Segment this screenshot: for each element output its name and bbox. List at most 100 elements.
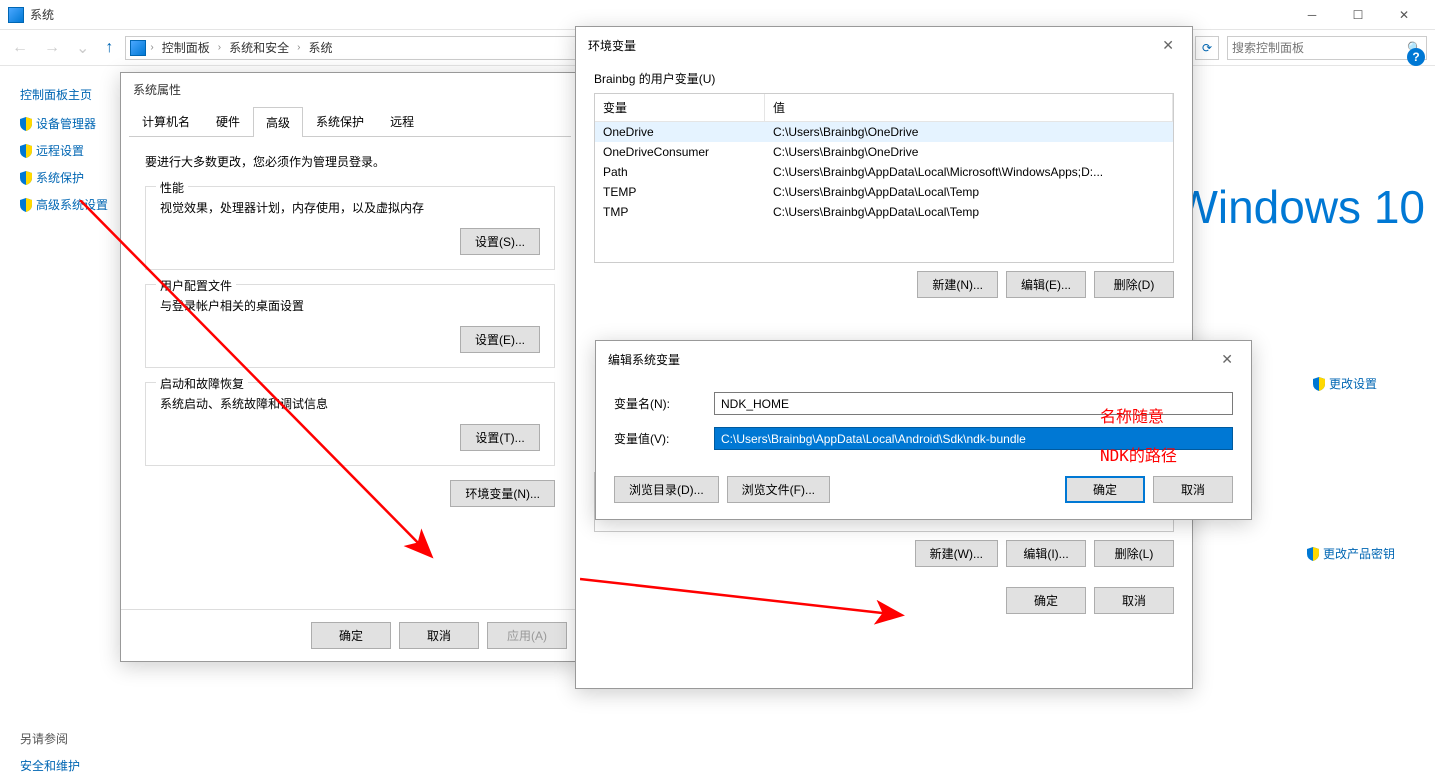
- breadcrumb-system[interactable]: 系统: [304, 39, 336, 56]
- shield-icon: [20, 171, 32, 185]
- link-label: 更改设置: [1329, 375, 1377, 392]
- startup-settings-button[interactable]: 设置(T)...: [460, 424, 540, 451]
- close-icon[interactable]: ✕: [1215, 349, 1239, 370]
- shield-icon: [20, 198, 32, 212]
- table-row[interactable]: OneDriveConsumer C:\Users\Brainbg\OneDri…: [595, 142, 1173, 162]
- close-button[interactable]: ✕: [1381, 0, 1427, 30]
- chevron-right-icon: ›: [150, 42, 153, 53]
- table-row[interactable]: TMP C:\Users\Brainbg\AppData\Local\Temp: [595, 202, 1173, 222]
- change-product-key-link[interactable]: 更改产品密钥: [1307, 545, 1395, 562]
- back-arrow[interactable]: ←: [8, 35, 32, 61]
- forward-arrow[interactable]: →: [40, 35, 64, 61]
- sidebar-label: 设备管理器: [36, 115, 96, 132]
- variable-name-input[interactable]: [714, 392, 1233, 415]
- variable-value-input[interactable]: [714, 427, 1233, 450]
- user-vars-table[interactable]: 变量 值 OneDrive C:\Users\Brainbg\OneDrive …: [594, 93, 1174, 263]
- breadcrumb-security[interactable]: 系统和安全: [225, 39, 293, 56]
- user-vars-label: Brainbg 的用户变量(U): [594, 70, 1174, 87]
- cell-val: C:\Users\Brainbg\OneDrive: [765, 122, 1173, 142]
- sidebar-title[interactable]: 控制面板主页: [20, 86, 120, 103]
- edit-system-var-button[interactable]: 编辑(I)...: [1006, 540, 1086, 567]
- group-description: 系统启动、系统故障和调试信息: [160, 395, 540, 412]
- cell-val: C:\Users\Brainbg\AppData\Local\Temp: [765, 182, 1173, 202]
- table-row[interactable]: TEMP C:\Users\Brainbg\AppData\Local\Temp: [595, 182, 1173, 202]
- performance-group: 性能 视觉效果，处理器计划，内存使用，以及虚拟内存 设置(S)...: [145, 186, 555, 270]
- maximize-button[interactable]: ☐: [1335, 0, 1381, 30]
- cell-val: C:\Users\Brainbg\AppData\Local\Microsoft…: [765, 162, 1173, 182]
- link-label: 更改产品密钥: [1323, 545, 1395, 562]
- new-user-var-button[interactable]: 新建(N)...: [917, 271, 998, 298]
- search-input[interactable]: [1232, 41, 1407, 55]
- performance-settings-button[interactable]: 设置(S)...: [460, 228, 540, 255]
- minimize-button[interactable]: ─: [1289, 0, 1335, 30]
- tabs: 计算机名 硬件 高级 系统保护 远程: [129, 106, 571, 137]
- tab-computer-name[interactable]: 计算机名: [129, 106, 203, 136]
- cell-var: Path: [595, 162, 765, 182]
- cancel-button[interactable]: 取消: [399, 622, 479, 649]
- browse-file-button[interactable]: 浏览文件(F)...: [727, 476, 830, 503]
- group-legend: 用户配置文件: [156, 277, 236, 294]
- dialog-title: 环境变量: [588, 37, 636, 54]
- cancel-button[interactable]: 取消: [1153, 476, 1233, 503]
- up-arrow[interactable]: ↑: [101, 35, 117, 61]
- admin-login-text: 要进行大多数更改，您必须作为管理员登录。: [145, 153, 555, 170]
- new-system-var-button[interactable]: 新建(W)...: [915, 540, 998, 567]
- chevron-right-icon: ›: [297, 42, 300, 53]
- col-value[interactable]: 值: [765, 94, 1173, 121]
- sidebar-device-manager[interactable]: 设备管理器: [20, 115, 120, 132]
- browse-directory-button[interactable]: 浏览目录(D)...: [614, 476, 719, 503]
- sidebar-remote-settings[interactable]: 远程设置: [20, 142, 120, 159]
- sidebar-security-maintenance[interactable]: 安全和维护: [20, 757, 80, 774]
- change-settings-link[interactable]: 更改设置: [1313, 375, 1377, 392]
- variable-value-label: 变量值(V):: [614, 430, 714, 447]
- group-description: 与登录帐户相关的桌面设置: [160, 297, 540, 314]
- shield-icon: [1313, 377, 1325, 391]
- help-icon[interactable]: ?: [1407, 48, 1425, 66]
- cell-var: TMP: [595, 202, 765, 222]
- profile-settings-button[interactable]: 设置(E)...: [460, 326, 540, 353]
- edit-system-variable-dialog: 编辑系统变量 ✕ 变量名(N): 变量值(V): 浏览目录(D)... 浏览文件…: [595, 340, 1252, 520]
- group-legend: 性能: [156, 179, 188, 196]
- sidebar-label: 系统保护: [36, 169, 84, 186]
- dialog-title: 系统属性: [121, 73, 579, 106]
- cancel-button[interactable]: 取消: [1094, 587, 1174, 614]
- delete-user-var-button[interactable]: 删除(D): [1094, 271, 1174, 298]
- chevron-right-icon: ›: [218, 42, 221, 53]
- table-row[interactable]: OneDrive C:\Users\Brainbg\OneDrive: [595, 122, 1173, 142]
- system-properties-dialog: 系统属性 计算机名 硬件 高级 系统保护 远程 要进行大多数更改，您必须作为管理…: [120, 72, 580, 662]
- refresh-button[interactable]: ⟳: [1195, 36, 1219, 60]
- environment-variables-button[interactable]: 环境变量(N)...: [450, 480, 555, 507]
- cell-val: C:\Users\Brainbg\AppData\Local\Temp: [765, 202, 1173, 222]
- tab-system-protection[interactable]: 系统保护: [303, 106, 377, 136]
- group-description: 视觉效果，处理器计划，内存使用，以及虚拟内存: [160, 199, 540, 216]
- edit-user-var-button[interactable]: 编辑(E)...: [1006, 271, 1086, 298]
- col-variable[interactable]: 变量: [595, 94, 765, 121]
- variable-name-label: 变量名(N):: [614, 395, 714, 412]
- tab-remote[interactable]: 远程: [377, 106, 427, 136]
- user-profile-group: 用户配置文件 与登录帐户相关的桌面设置 设置(E)...: [145, 284, 555, 368]
- recent-dropdown[interactable]: ⌄: [72, 34, 93, 62]
- breadcrumb-root[interactable]: 控制面板: [158, 39, 214, 56]
- cell-var: OneDrive: [595, 122, 765, 142]
- shield-icon: [20, 144, 32, 158]
- breadcrumb-icon: [130, 40, 146, 56]
- search-bar[interactable]: 🔍: [1227, 36, 1427, 60]
- dialog-title: 编辑系统变量: [608, 351, 680, 368]
- cell-val: C:\Users\Brainbg\OneDrive: [765, 142, 1173, 162]
- ok-button[interactable]: 确定: [311, 622, 391, 649]
- sidebar: 控制面板主页 设备管理器 远程设置 系统保护 高级系统设置 另请参阅 安全和维护: [0, 66, 120, 774]
- sidebar-system-protection[interactable]: 系统保护: [20, 169, 120, 186]
- close-icon[interactable]: ✕: [1156, 35, 1180, 56]
- tab-hardware[interactable]: 硬件: [203, 106, 253, 136]
- table-row[interactable]: Path C:\Users\Brainbg\AppData\Local\Micr…: [595, 162, 1173, 182]
- tab-advanced[interactable]: 高级: [253, 107, 303, 137]
- cell-var: TEMP: [595, 182, 765, 202]
- windows10-brand: Windows 10: [1174, 180, 1425, 234]
- sidebar-advanced-settings[interactable]: 高级系统设置: [20, 196, 120, 213]
- ok-button[interactable]: 确定: [1006, 587, 1086, 614]
- apply-button[interactable]: 应用(A): [487, 622, 567, 649]
- window-title: 系统: [30, 6, 54, 23]
- delete-system-var-button[interactable]: 删除(L): [1094, 540, 1174, 567]
- ok-button[interactable]: 确定: [1065, 476, 1145, 503]
- group-legend: 启动和故障恢复: [156, 375, 248, 392]
